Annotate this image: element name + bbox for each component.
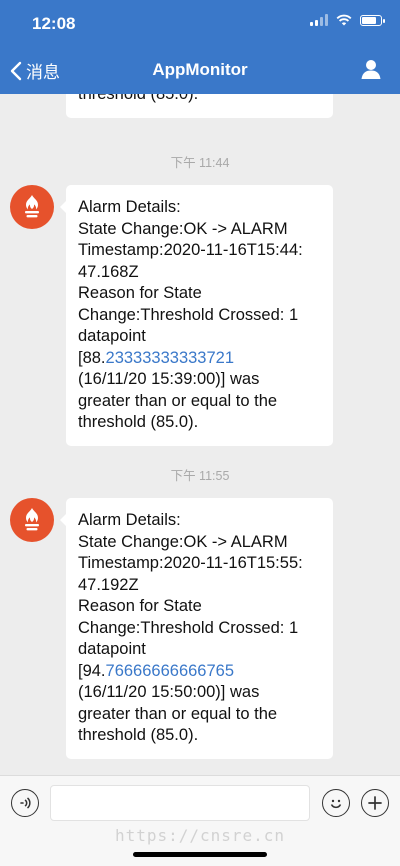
value-link[interactable]: 76666666666765 xyxy=(106,662,234,680)
voice-button[interactable] xyxy=(11,789,39,817)
message-line: (16/11/20 15:50:00)] was xyxy=(78,683,260,701)
signal-icon xyxy=(310,14,328,26)
message-input[interactable] xyxy=(50,785,310,821)
message-value-line: [88.23333333333721 xyxy=(78,348,321,370)
plus-icon xyxy=(368,796,382,810)
wifi-icon xyxy=(336,14,352,26)
message-value-line: [94.76666666666765 xyxy=(78,661,321,683)
status-icons xyxy=(310,14,385,26)
message-line: datapoint xyxy=(78,640,146,658)
prometheus-logo-icon xyxy=(25,508,39,531)
message-line: 47.168Z xyxy=(78,262,139,281)
message-line: greater than or equal to the xyxy=(78,391,278,410)
top-bar: 12:08 消息 AppMonitor xyxy=(0,0,400,94)
value-prefix: [88. xyxy=(78,348,106,367)
value-link[interactable]: 23333333333721 xyxy=(106,349,234,367)
watermark: https://cnsre.cn xyxy=(114,826,286,845)
more-button[interactable] xyxy=(361,789,389,817)
chat-area[interactable]: threshold (85.0). 下午 11:44 Alarm Details… xyxy=(0,94,400,775)
voice-icon xyxy=(20,797,31,809)
message-line: datapoint xyxy=(78,327,146,345)
emoji-icon xyxy=(330,799,342,809)
message-bubble[interactable]: Alarm Details: State Change:OK -> ALARM … xyxy=(60,185,333,446)
prometheus-logo-icon xyxy=(25,195,39,218)
contact-info-button[interactable] xyxy=(360,58,382,85)
avatar[interactable] xyxy=(10,498,54,542)
message-line: State Change:OK -> ALARM xyxy=(78,532,288,551)
message-line: State Change:OK -> ALARM xyxy=(78,219,288,238)
message-line: Timestamp:2020-11-16T15:55: xyxy=(78,554,303,572)
home-indicator xyxy=(133,852,267,857)
battery-icon xyxy=(360,14,385,26)
message-line: Reason for State xyxy=(78,284,202,302)
status-time: 12:08 xyxy=(32,14,76,33)
message-line: Reason for State xyxy=(78,597,202,615)
message-line: Alarm Details: xyxy=(78,198,181,216)
avatar[interactable] xyxy=(10,185,54,229)
nav-title: AppMonitor xyxy=(152,60,248,79)
message-timestamp: 下午 11:55 xyxy=(170,469,230,483)
message-timestamp: 下午 11:44 xyxy=(170,156,230,170)
message-bubble[interactable]: Alarm Details: State Change:OK -> ALARM … xyxy=(60,498,333,759)
message-line: Change:Threshold Crossed: 1 xyxy=(78,618,299,637)
message-line: threshold (85.0). xyxy=(78,413,199,431)
message-line: threshold (85.0). xyxy=(78,726,199,744)
user-icon xyxy=(361,60,381,79)
message-line: greater than or equal to the xyxy=(78,704,278,723)
message-bubble[interactable]: threshold (85.0). xyxy=(66,94,333,118)
message-line: Change:Threshold Crossed: 1 xyxy=(78,305,299,324)
message-line: Alarm Details: xyxy=(78,511,181,529)
message-line: Timestamp:2020-11-16T15:44: xyxy=(78,241,303,259)
value-prefix: [94. xyxy=(78,661,106,680)
message-line: 47.192Z xyxy=(78,575,139,594)
emoji-button[interactable] xyxy=(322,789,350,817)
message-line: threshold (85.0). xyxy=(78,94,199,103)
message-line: (16/11/20 15:39:00)] was xyxy=(78,370,260,388)
